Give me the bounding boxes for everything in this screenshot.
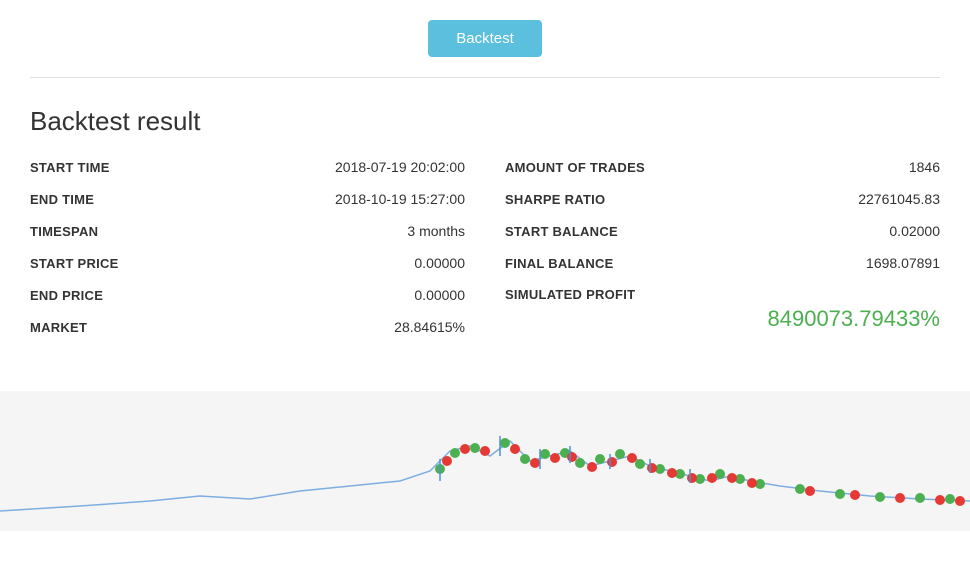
stat-value: 1698.07891 [866,255,940,271]
stats-right: AMOUNT OF TRADES 1846 SHARPE RATIO 22761… [465,159,940,351]
stat-label: START TIME [30,160,110,175]
stat-value: 2018-07-19 20:02:00 [335,159,465,175]
stat-label: TIMESPAN [30,224,98,239]
simulated-profit-row: SIMULATED PROFIT 8490073.79433% [505,287,940,332]
stat-label: AMOUNT OF TRADES [505,160,645,175]
result-title: Backtest result [30,106,940,137]
stat-row: START TIME 2018-07-19 20:02:00 [30,159,465,185]
simulated-profit-value: 8490073.79433% [505,306,940,332]
chart-section [0,391,970,531]
top-section: Backtest [0,0,970,77]
stat-row: AMOUNT OF TRADES 1846 [505,159,940,185]
stat-row: MARKET 28.84615% [30,319,465,345]
result-section: Backtest result START TIME 2018-07-19 20… [0,78,970,371]
stat-label: FINAL BALANCE [505,256,614,271]
stat-row: END TIME 2018-10-19 15:27:00 [30,191,465,217]
simulated-profit-label: SIMULATED PROFIT [505,287,940,302]
stat-label: END PRICE [30,288,103,303]
stat-row: FINAL BALANCE 1698.07891 [505,255,940,281]
stat-value: 3 months [407,223,465,239]
stats-left: START TIME 2018-07-19 20:02:00 END TIME … [30,159,465,351]
stat-row: START PRICE 0.00000 [30,255,465,281]
stat-value: 28.84615% [394,319,465,335]
stat-row: END PRICE 0.00000 [30,287,465,313]
stat-value: 0.02000 [889,223,940,239]
stat-value: 0.00000 [414,255,465,271]
stat-value: 2018-10-19 15:27:00 [335,191,465,207]
stat-row: TIMESPAN 3 months [30,223,465,249]
stat-value: 22761045.83 [858,191,940,207]
stat-label: MARKET [30,320,87,335]
stat-value: 0.00000 [414,287,465,303]
stats-grid: START TIME 2018-07-19 20:02:00 END TIME … [30,159,940,351]
stat-value: 1846 [909,159,940,175]
stat-label: START BALANCE [505,224,618,239]
stat-row: SHARPE RATIO 22761045.83 [505,191,940,217]
stat-row: START BALANCE 0.02000 [505,223,940,249]
backtest-button[interactable]: Backtest [428,20,542,57]
chart-svg [0,391,970,531]
stat-label: SHARPE RATIO [505,192,605,207]
stat-label: START PRICE [30,256,119,271]
stat-label: END TIME [30,192,94,207]
